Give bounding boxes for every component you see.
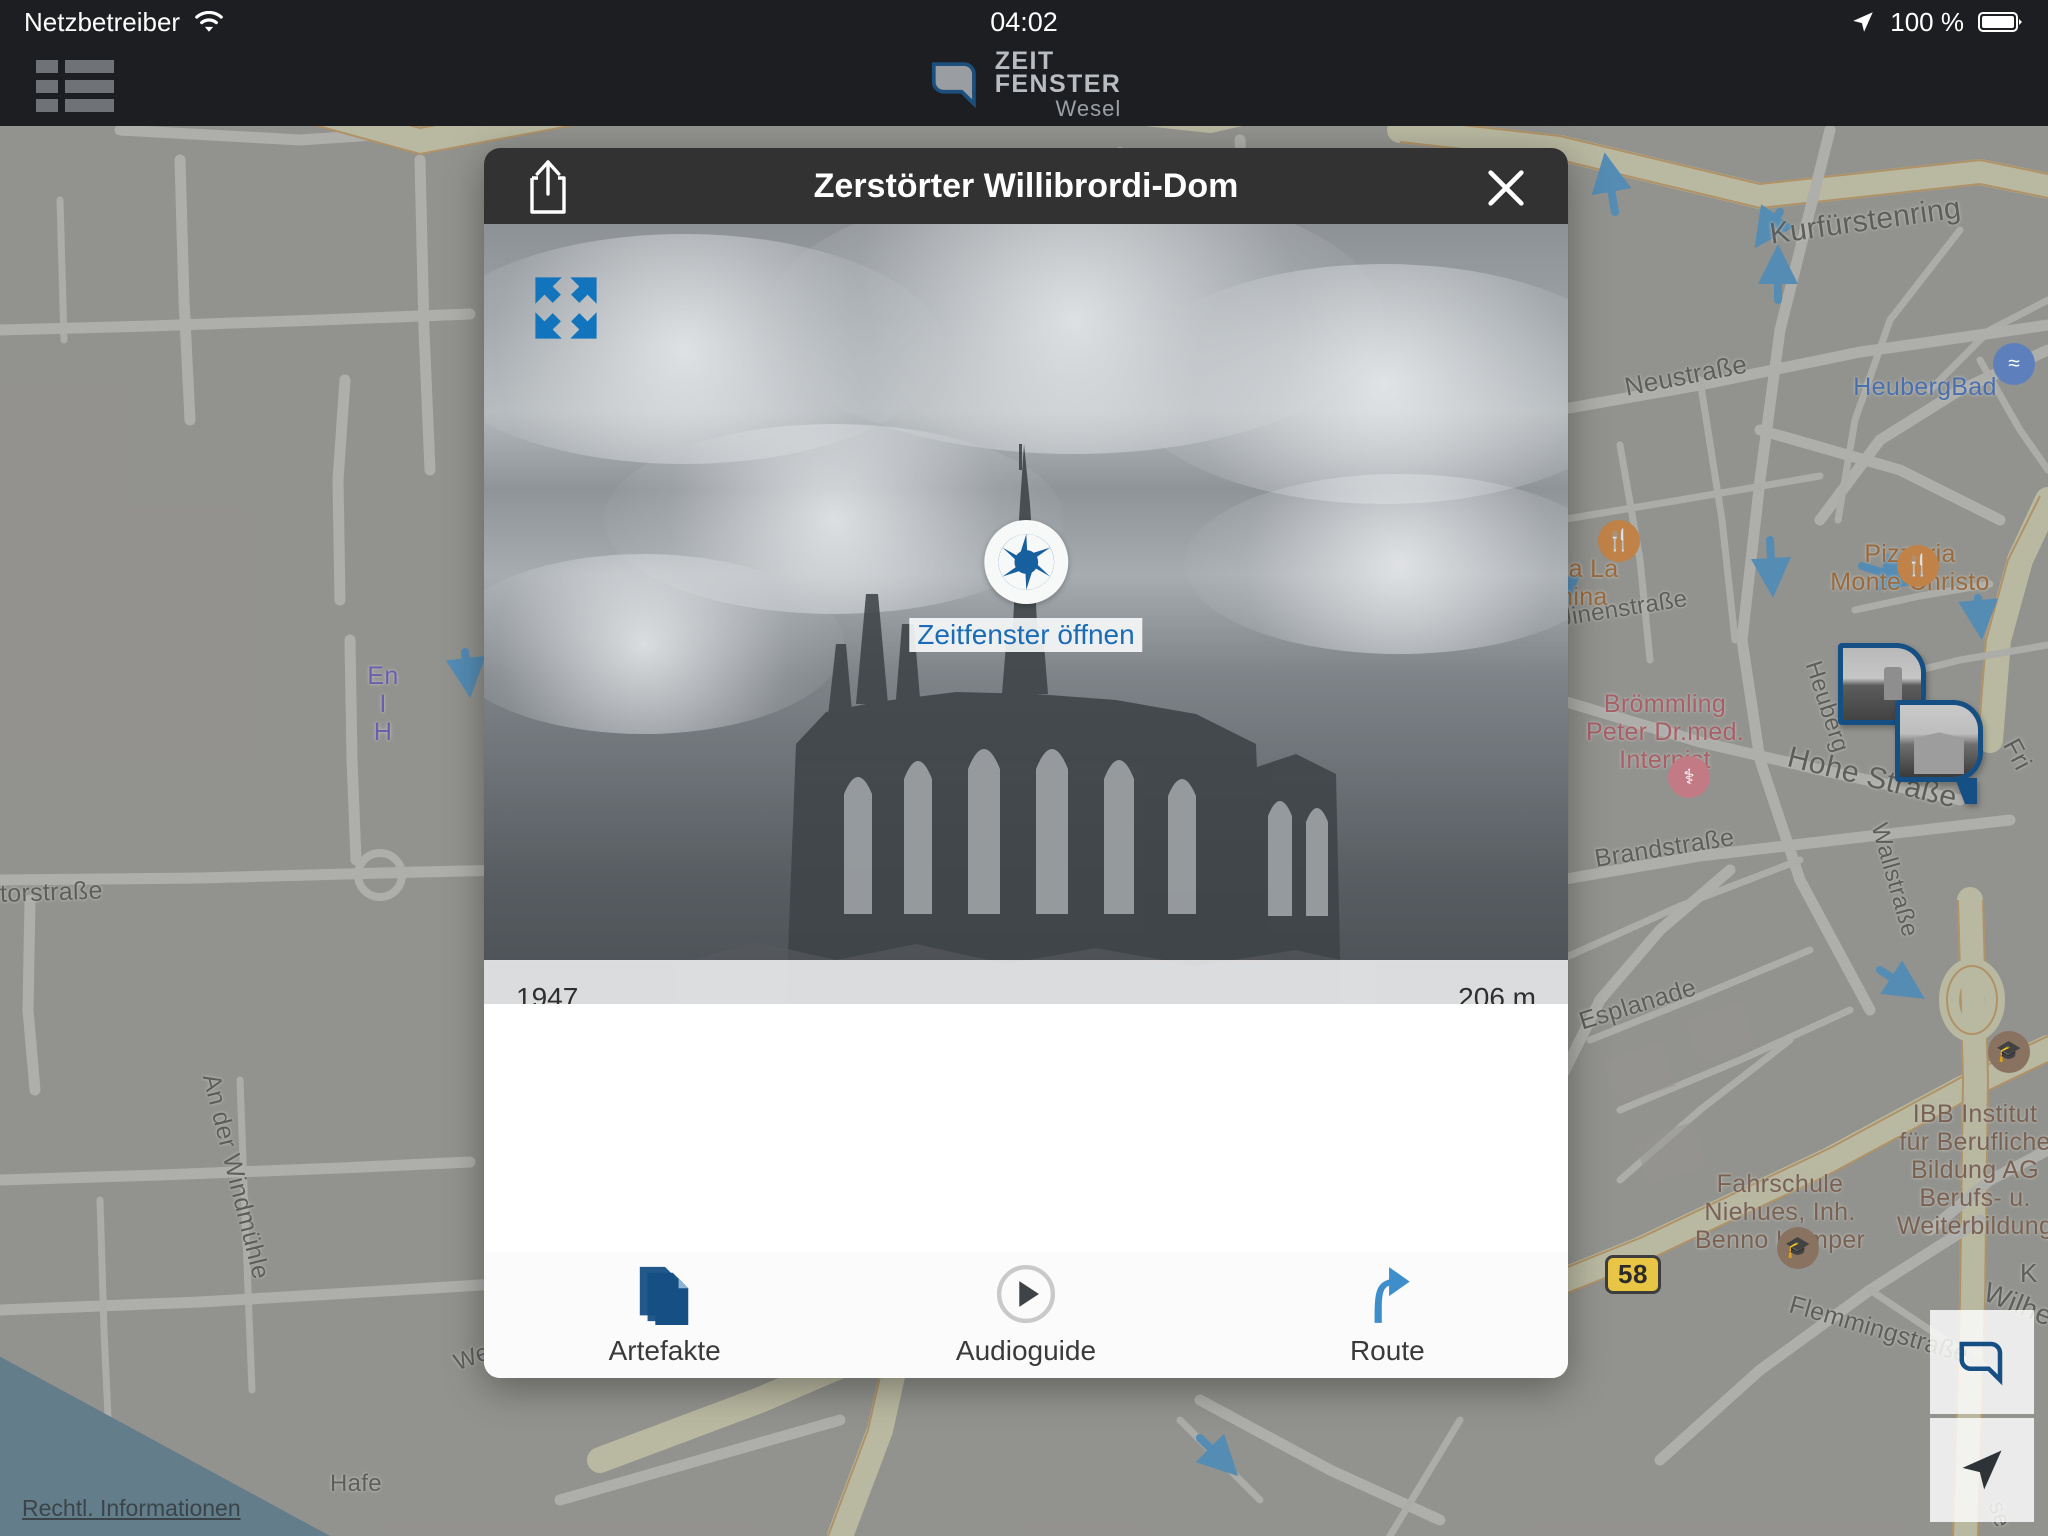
logo-line-2: FENSTER — [994, 70, 1122, 99]
photo-pin-gateway[interactable] — [1895, 700, 1983, 804]
year-label: 1947 — [516, 982, 579, 1004]
artefakte-button[interactable]: Artefakte — [484, 1263, 845, 1367]
app-logo-text: ZEIT FENSTER Wesel — [994, 48, 1122, 121]
play-circle-icon — [996, 1264, 1056, 1324]
menu-row — [36, 60, 114, 73]
location-arrow-icon — [1962, 1450, 2002, 1490]
detail-modal: Zerstörter Willibrordi-Dom Zeitfenster ö… — [484, 148, 1568, 1378]
route-arrow-icon — [1374, 1267, 1411, 1323]
distance-label: 206 m — [1458, 982, 1536, 1004]
locate-me-button[interactable] — [1930, 1418, 2034, 1522]
open-zeitfenster-button[interactable]: Zeitfenster öffnen — [909, 520, 1143, 652]
menu-row — [36, 99, 114, 112]
app-logo[interactable]: ZEIT FENSTER Wesel — [927, 48, 1122, 121]
zeitfenster-filter-button[interactable] — [1930, 1310, 2034, 1414]
pin-tail — [1955, 778, 1977, 804]
audioguide-label: Audioguide — [955, 1335, 1097, 1366]
cloud — [484, 234, 944, 464]
speech-bubble-icon — [1959, 1341, 2003, 1386]
logo-line-3: Wesel — [1055, 95, 1122, 121]
documents-stack-icon — [639, 1266, 688, 1325]
artefakte-label: Artefakte — [608, 1335, 721, 1366]
audioguide-button[interactable]: Audioguide — [845, 1263, 1206, 1367]
pin-bubble — [1895, 700, 1983, 782]
status-bar: Netzbetreiber 04:02 100 % — [0, 0, 2048, 44]
battery-full-icon — [1978, 12, 2022, 32]
expand-arrows-icon — [535, 277, 597, 339]
modal-toolbar: Artefakte Audioguide Route — [484, 1252, 1568, 1378]
cloud — [764, 224, 1384, 454]
expand-fullscreen-icon[interactable] — [532, 274, 600, 342]
route-button[interactable]: Route — [1207, 1263, 1568, 1367]
hamburger-list-icon[interactable] — [36, 60, 114, 112]
shutter-label: Zeitfenster öffnen — [909, 618, 1143, 652]
battery-percent-label: 100 % — [1890, 6, 1964, 37]
app-header: ZEIT FENSTER Wesel — [0, 44, 2048, 126]
camera-shutter-icon — [984, 520, 1068, 604]
pin-photo — [1900, 705, 1978, 777]
location-arrow-icon — [1853, 12, 1874, 32]
status-bar-time: 04:02 — [990, 6, 1058, 37]
speech-bubble-icon — [931, 62, 976, 109]
status-bar-right: 100 % — [1850, 7, 2024, 38]
modal-header: Zerstörter Willibrordi-Dom — [484, 148, 1568, 224]
legal-information-link[interactable]: Rechtl. Informationen — [22, 1495, 241, 1522]
info-panel: 1947 206 m Zerstörter Willibrordi-Dom La… — [484, 960, 1568, 1004]
menu-row — [36, 79, 114, 93]
close-icon — [1488, 170, 1524, 206]
share-button[interactable] — [524, 160, 572, 216]
share-icon — [530, 160, 566, 214]
modal-title: Zerstörter Willibrordi-Dom — [813, 166, 1239, 205]
aperture-icon — [998, 534, 1054, 590]
historic-photo[interactable]: Zeitfenster öffnen 1947 206 m Zerstörter… — [484, 224, 1568, 1004]
route-label: Route — [1349, 1335, 1425, 1366]
close-x-icon[interactable] — [1480, 162, 1532, 214]
info-meta-row: 1947 206 m — [516, 982, 1536, 1004]
